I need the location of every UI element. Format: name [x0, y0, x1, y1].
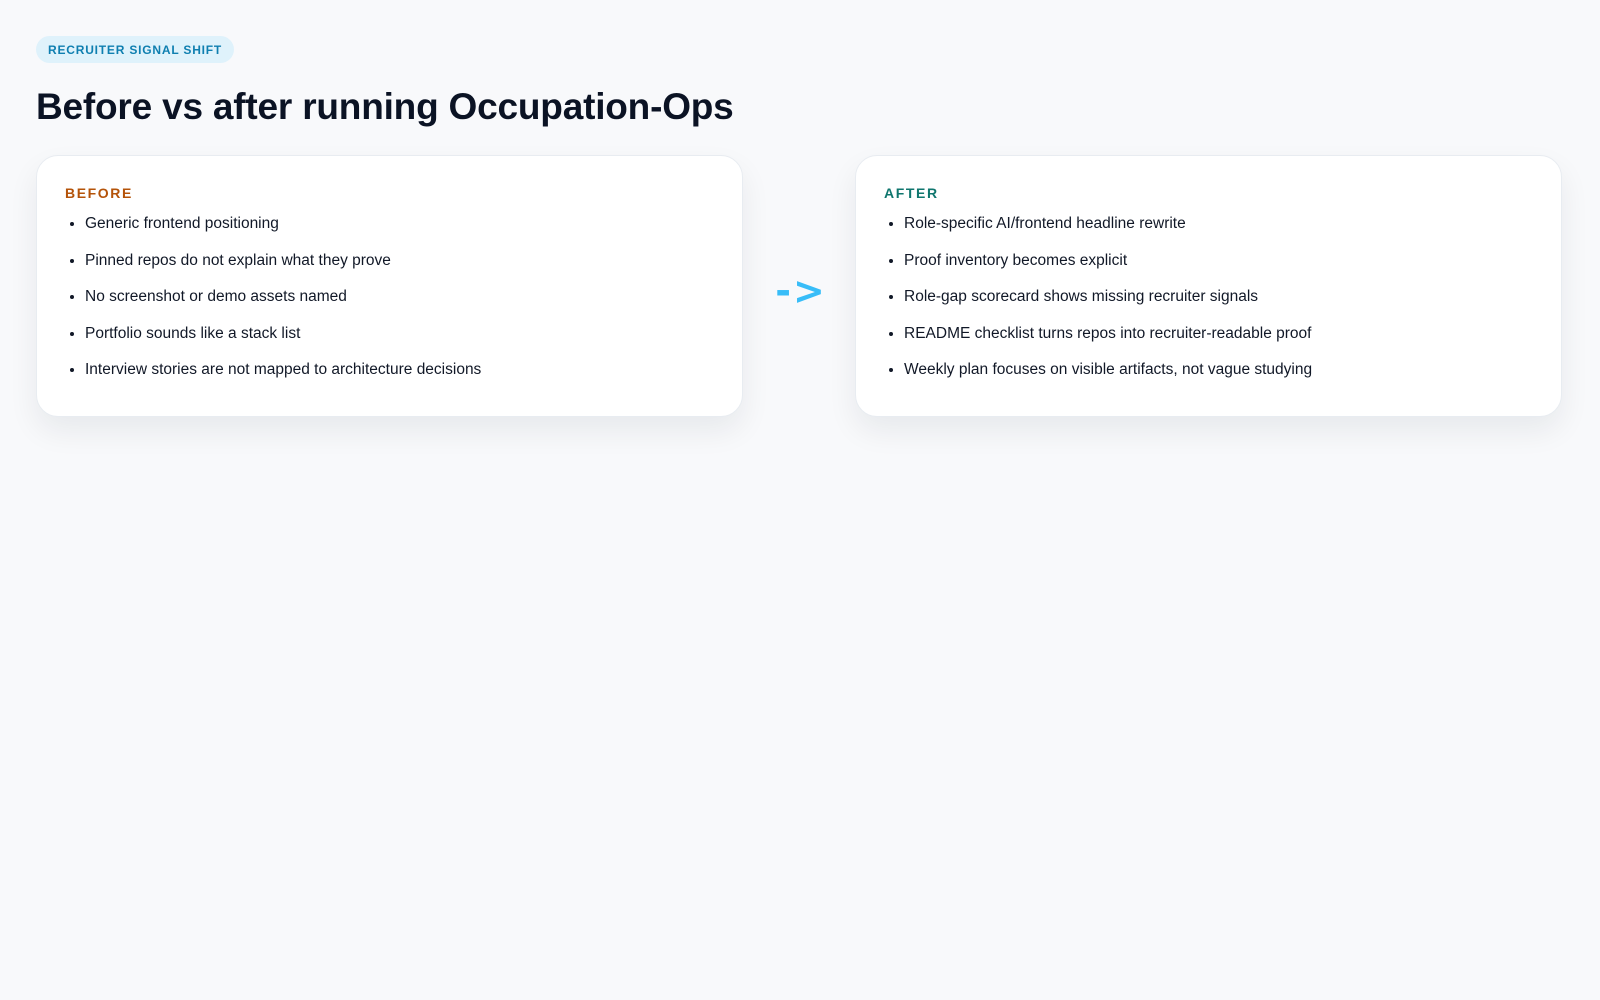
- before-item: Pinned repos do not explain what they pr…: [85, 251, 714, 271]
- after-label: AFTER: [884, 185, 939, 201]
- after-item: Proof inventory becomes explicit: [904, 251, 1533, 271]
- after-item: Role-gap scorecard shows missing recruit…: [904, 287, 1533, 307]
- before-item: Interview stories are not mapped to arch…: [85, 360, 714, 380]
- before-list: Generic frontend positioning Pinned repo…: [65, 214, 714, 380]
- section-eyebrow-badge: RECRUITER SIGNAL SHIFT: [36, 36, 235, 63]
- before-item: Portfolio sounds like a stack list: [85, 324, 714, 344]
- page-title: Before vs after running Occupation-Ops: [36, 86, 734, 127]
- page: RECRUITER SIGNAL SHIFT Before vs after r…: [36, 36, 1564, 417]
- before-card: BEFORE Generic frontend positioning Pinn…: [36, 155, 743, 417]
- before-item: Generic frontend positioning: [85, 214, 714, 234]
- after-list: Role-specific AI/frontend headline rewri…: [884, 214, 1533, 380]
- comparison-panel: BEFORE Generic frontend positioning Pinn…: [36, 155, 1564, 419]
- arrow-right-icon: ->: [775, 269, 827, 313]
- after-item: README checklist turns repos into recrui…: [904, 324, 1533, 344]
- after-item: Role-specific AI/frontend headline rewri…: [904, 214, 1533, 234]
- before-label: BEFORE: [65, 185, 133, 201]
- after-card: AFTER Role-specific AI/frontend headline…: [855, 155, 1562, 417]
- before-item: No screenshot or demo assets named: [85, 287, 714, 307]
- after-item: Weekly plan focuses on visible artifacts…: [904, 360, 1533, 380]
